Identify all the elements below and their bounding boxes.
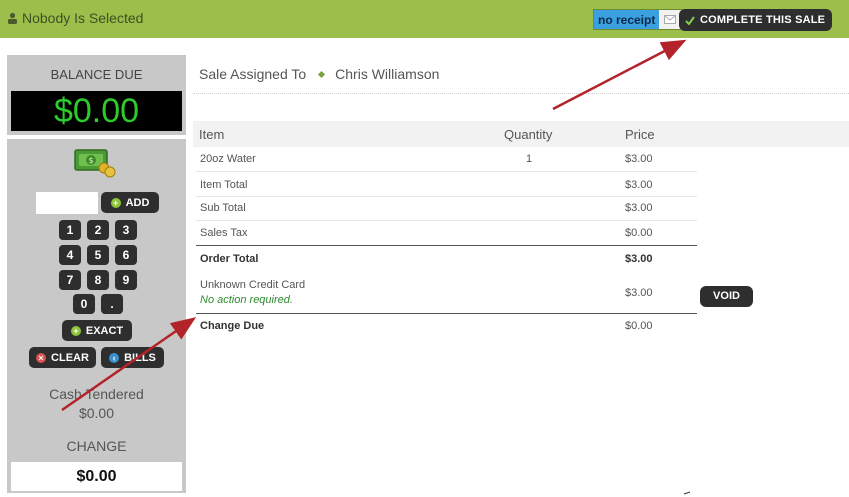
change-label: CHANGE [66,438,127,454]
sale-assignment: Sale Assigned To Chris Williamson [199,66,439,82]
clear-button[interactable]: × CLEAR [29,347,96,368]
item-total-value: $3.00 [625,179,653,191]
add-label: ADD [125,196,150,209]
column-header-item: Item [199,127,225,142]
exact-button[interactable]: + EXACT [62,320,132,341]
change-display: $0.00 [11,462,182,491]
diamond-icon [318,70,326,78]
change-due-row: Change Due $0.00 [196,314,697,338]
no-receipt-option[interactable]: no receipt [594,10,660,29]
keypad-key-4[interactable]: 4 [59,245,81,265]
payment-value: $3.00 [625,287,653,299]
checkmark-icon [685,15,695,25]
payment-row: Unknown Credit Card No action required. … [196,274,697,314]
sale-table-header: Item Quantity Price [193,121,849,147]
sub-total-value: $3.00 [625,202,653,214]
sales-tax-value: $0.00 [625,227,653,239]
bills-label: BILLS [124,351,156,364]
line-item-quantity: 1 [526,153,533,165]
arrow-left-icon: ‹ [109,352,120,363]
cash-keypad-panel: $ + ADD 1 2 3 4 5 6 7 8 9 0 . + EXACT × … [7,139,186,493]
plus-icon: + [70,325,81,336]
sale-assigned-name[interactable]: Chris Williamson [335,66,439,82]
keypad-key-7[interactable]: 7 [59,270,81,290]
bills-button[interactable]: ‹ BILLS [101,347,164,368]
change-due-value: $0.00 [625,320,653,332]
order-total-row: Order Total $3.00 [196,246,697,274]
exact-label: EXACT [85,324,124,337]
keypad-key-5[interactable]: 5 [87,245,109,265]
sub-total-row: Sub Total $3.00 [196,197,697,221]
change-due-label: Change Due [200,320,265,332]
keypad-key-2[interactable]: 2 [87,220,109,240]
column-header-quantity: Quantity [504,127,553,142]
divider [193,93,849,94]
top-bar: Nobody Is Selected no receipt COMPLETE T… [0,0,849,38]
cash-tendered-label: Cash Tendered [49,386,144,402]
cash-tendered-value: $0.00 [78,405,115,421]
payment-method: Unknown Credit Card [200,279,306,291]
line-item-name: 20oz Water [200,153,256,165]
sub-total-label: Sub Total [200,202,246,214]
person-icon [8,12,17,24]
item-total-row: Item Total $3.00 [196,172,697,197]
complete-sale-button[interactable]: COMPLETE THIS SALE [679,9,832,31]
add-button[interactable]: + ADD [101,192,159,213]
customer-selector[interactable]: Nobody Is Selected [7,10,143,26]
balance-due-title: BALANCE DUE [50,67,143,82]
item-total-label: Item Total [200,179,248,191]
keypad-key-0[interactable]: 0 [73,294,95,314]
envelope-icon [664,15,677,24]
cash-amount-input[interactable] [36,192,98,214]
keypad-key-9[interactable]: 9 [115,270,137,290]
sales-tax-label: Sales Tax [200,227,248,239]
annotation-arrow-to-complete [552,39,687,111]
keypad-key-3[interactable]: 3 [115,220,137,240]
sales-tax-row: Sales Tax $0.00 [196,221,697,246]
balance-due-display: $0.00 [11,91,182,131]
sale-assigned-label: Sale Assigned To [199,66,307,82]
order-total-value: $3.00 [625,253,653,265]
keypad-key-8[interactable]: 8 [87,270,109,290]
void-payment-button[interactable]: VOID [700,286,753,307]
column-header-price: Price [625,127,655,142]
complete-sale-label: COMPLETE THIS SALE [700,14,826,26]
cash-icon: $ [73,148,119,183]
plus-icon: + [110,197,121,208]
line-item-price: $3.00 [625,153,653,165]
keypad-key-decimal[interactable]: . [101,294,123,314]
order-total-label: Order Total [200,253,259,265]
payment-status-note: No action required. [200,294,293,306]
customer-label: Nobody Is Selected [22,10,144,26]
svg-text:$: $ [88,156,93,165]
close-icon: × [36,352,47,363]
clear-label: CLEAR [51,351,89,364]
keypad-key-1[interactable]: 1 [59,220,81,240]
table-row[interactable]: 20oz Water 1 $3.00 [196,148,697,172]
keypad-key-6[interactable]: 6 [115,245,137,265]
balance-due-panel: BALANCE DUE $0.00 [7,55,186,135]
receipt-toggle[interactable]: no receipt [593,9,683,30]
annotation-arrow-partial [683,491,691,495]
